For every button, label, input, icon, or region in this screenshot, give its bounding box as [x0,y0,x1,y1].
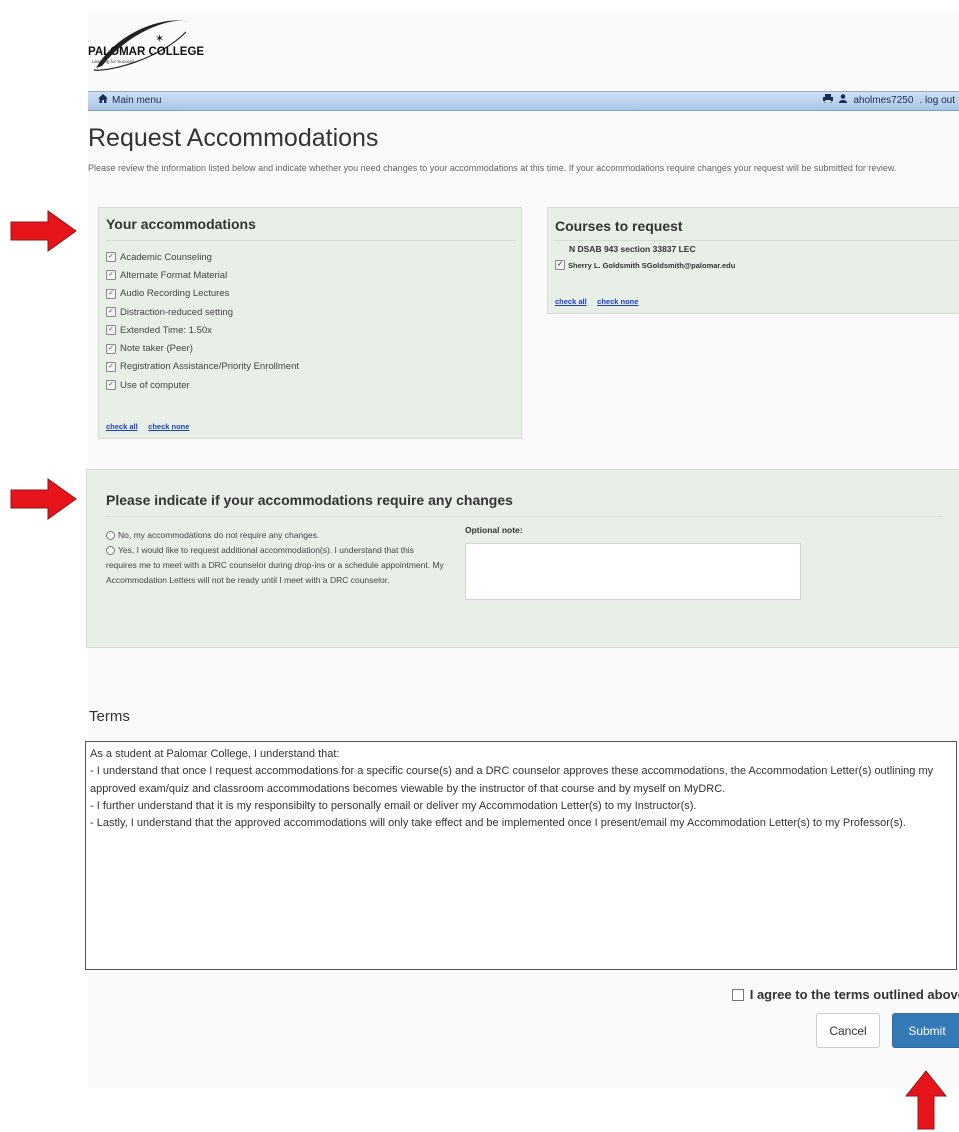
accommodation-label: Use of computer [120,379,190,391]
terms-line: - I further understand that it is my res… [90,799,697,812]
accommodation-item[interactable]: ✓ Extended Time: 1.50x [106,321,516,339]
accommodation-item[interactable]: ✓ Audio Recording Lectures [106,285,516,303]
radio-no[interactable] [106,531,115,541]
option-no-label: No, my accommodations do not require any… [118,530,320,540]
accommodation-item[interactable]: ✓ Distraction-reduced setting [106,303,516,321]
course-title: N DSAB 943 section 33837 LEC [569,244,696,254]
option-yes[interactable]: Yes, I would like to request additional … [106,543,446,588]
accommodation-label: Extended Time: 1.50x [120,324,212,336]
accommodation-links: check all check none [106,416,195,434]
annotation-arrow-right-icon [10,210,77,252]
check-none-link[interactable]: check none [148,422,189,431]
submit-button[interactable]: Submit [892,1013,959,1048]
course-instructor: Sherry L. Goldsmith SGoldsmith@palomar.e… [568,260,736,270]
accommodation-checkbox[interactable]: ✓ [106,307,116,318]
main-menu-link[interactable]: Main menu [98,94,161,106]
logout-link[interactable]: . log out [919,95,955,106]
page-title: Request Accommodations [88,124,379,152]
accommodation-checkbox[interactable]: ✓ [106,325,116,336]
accommodation-label: Distraction-reduced setting [120,306,233,318]
palomar-college-logo[interactable]: ✶ PALOMAR COLLEGE Learning for Success [88,10,288,80]
username-link[interactable]: aholmes7250 [853,95,913,106]
accommodation-checkbox[interactable]: ✓ [106,288,116,299]
page-container: ✶ PALOMAR COLLEGE Learning for Success M… [85,10,959,1088]
logo-name: PALOMAR COLLEGE [88,46,204,58]
terms-line: - I understand that once I request accom… [90,765,934,795]
check-none-link[interactable]: check none [597,297,638,306]
course-instructor-row[interactable]: ✓ Sherry L. Goldsmith SGoldsmith@palomar… [555,260,735,270]
annotation-arrow-up-icon [904,1070,948,1130]
intro-text: Please review the information listed bel… [88,163,897,173]
svg-text:✶: ✶ [155,32,164,45]
check-all-link[interactable]: check all [555,297,587,306]
accommodation-item[interactable]: ✓ Alternate Format Material [106,266,516,284]
agree-terms-row[interactable]: I agree to the terms outlined above [731,987,959,1002]
accommodations-panel: Your accommodations ✓ Academic Counseling… [98,207,522,439]
agree-terms-checkbox[interactable] [731,988,744,1001]
accommodation-checkbox[interactable]: ✓ [106,380,116,391]
divider [106,516,942,517]
terms-line: - Lastly, I understand that the approved… [90,817,906,830]
agree-terms-label: I agree to the terms outlined above [749,987,959,1002]
user-icon [839,94,848,106]
terms-textarea[interactable]: As a student at Palomar College, I under… [85,741,957,970]
accommodation-label: Note taker (Peer) [120,343,193,355]
option-no[interactable]: No, my accommodations do not require any… [106,528,446,543]
home-icon [98,94,108,106]
svg-text:Learning for Success: Learning for Success [92,59,135,64]
radio-yes[interactable] [106,546,115,556]
accommodation-checkbox[interactable]: ✓ [106,252,116,263]
accommodation-label: Registration Assistance/Priority Enrollm… [120,361,299,373]
top-navbar: Main menu aholmes7250 . log out [88,91,959,111]
check-all-link[interactable]: check all [106,422,138,431]
changes-heading: Please indicate if your accommodations r… [106,492,513,508]
user-menu: aholmes7250 . log out [823,94,955,106]
logo-swoosh-icon: ✶ PALOMAR COLLEGE Learning for Success [88,20,204,71]
cancel-button[interactable]: Cancel [816,1013,880,1048]
courses-heading: Courses to request [555,218,683,234]
accommodation-list: ✓ Academic Counseling ✓ Alternate Format Ma… [106,248,516,394]
main-menu-label: Main menu [112,94,162,106]
changes-panel: Please indicate if your accommodations r… [86,469,959,648]
accommodation-label: Audio Recording Lectures [120,288,230,300]
optional-note-label: Optional note: [465,525,523,535]
optional-note-input[interactable] [465,543,801,600]
divider [555,240,959,241]
accommodation-checkbox[interactable]: ✓ [106,361,116,372]
terms-line: As a student at Palomar College, I under… [90,748,340,760]
accommodation-checkbox[interactable]: ✓ [106,270,116,281]
accommodation-item[interactable]: ✓ Use of computer [106,376,516,394]
accommodation-checkbox[interactable]: ✓ [106,343,116,354]
course-checkbox[interactable]: ✓ [555,260,565,270]
accommodations-heading: Your accommodations [106,216,256,232]
accommodation-label: Alternate Format Material [120,269,228,281]
accommodation-item[interactable]: ✓ Note taker (Peer) [106,339,516,357]
accommodation-label: Academic Counseling [120,251,212,263]
annotation-arrow-right-icon [10,478,77,520]
course-links: check all check none [555,291,644,309]
accommodation-item[interactable]: ✓ Academic Counseling [106,248,516,266]
terms-label: Terms [89,708,130,725]
accommodation-item[interactable]: ✓ Registration Assistance/Priority Enroll… [106,358,516,376]
print-icon[interactable] [823,94,834,106]
option-yes-label: Yes, I would like to request additional … [106,545,444,585]
divider [106,240,516,241]
courses-panel: Courses to request N DSAB 943 section 33… [547,207,959,314]
